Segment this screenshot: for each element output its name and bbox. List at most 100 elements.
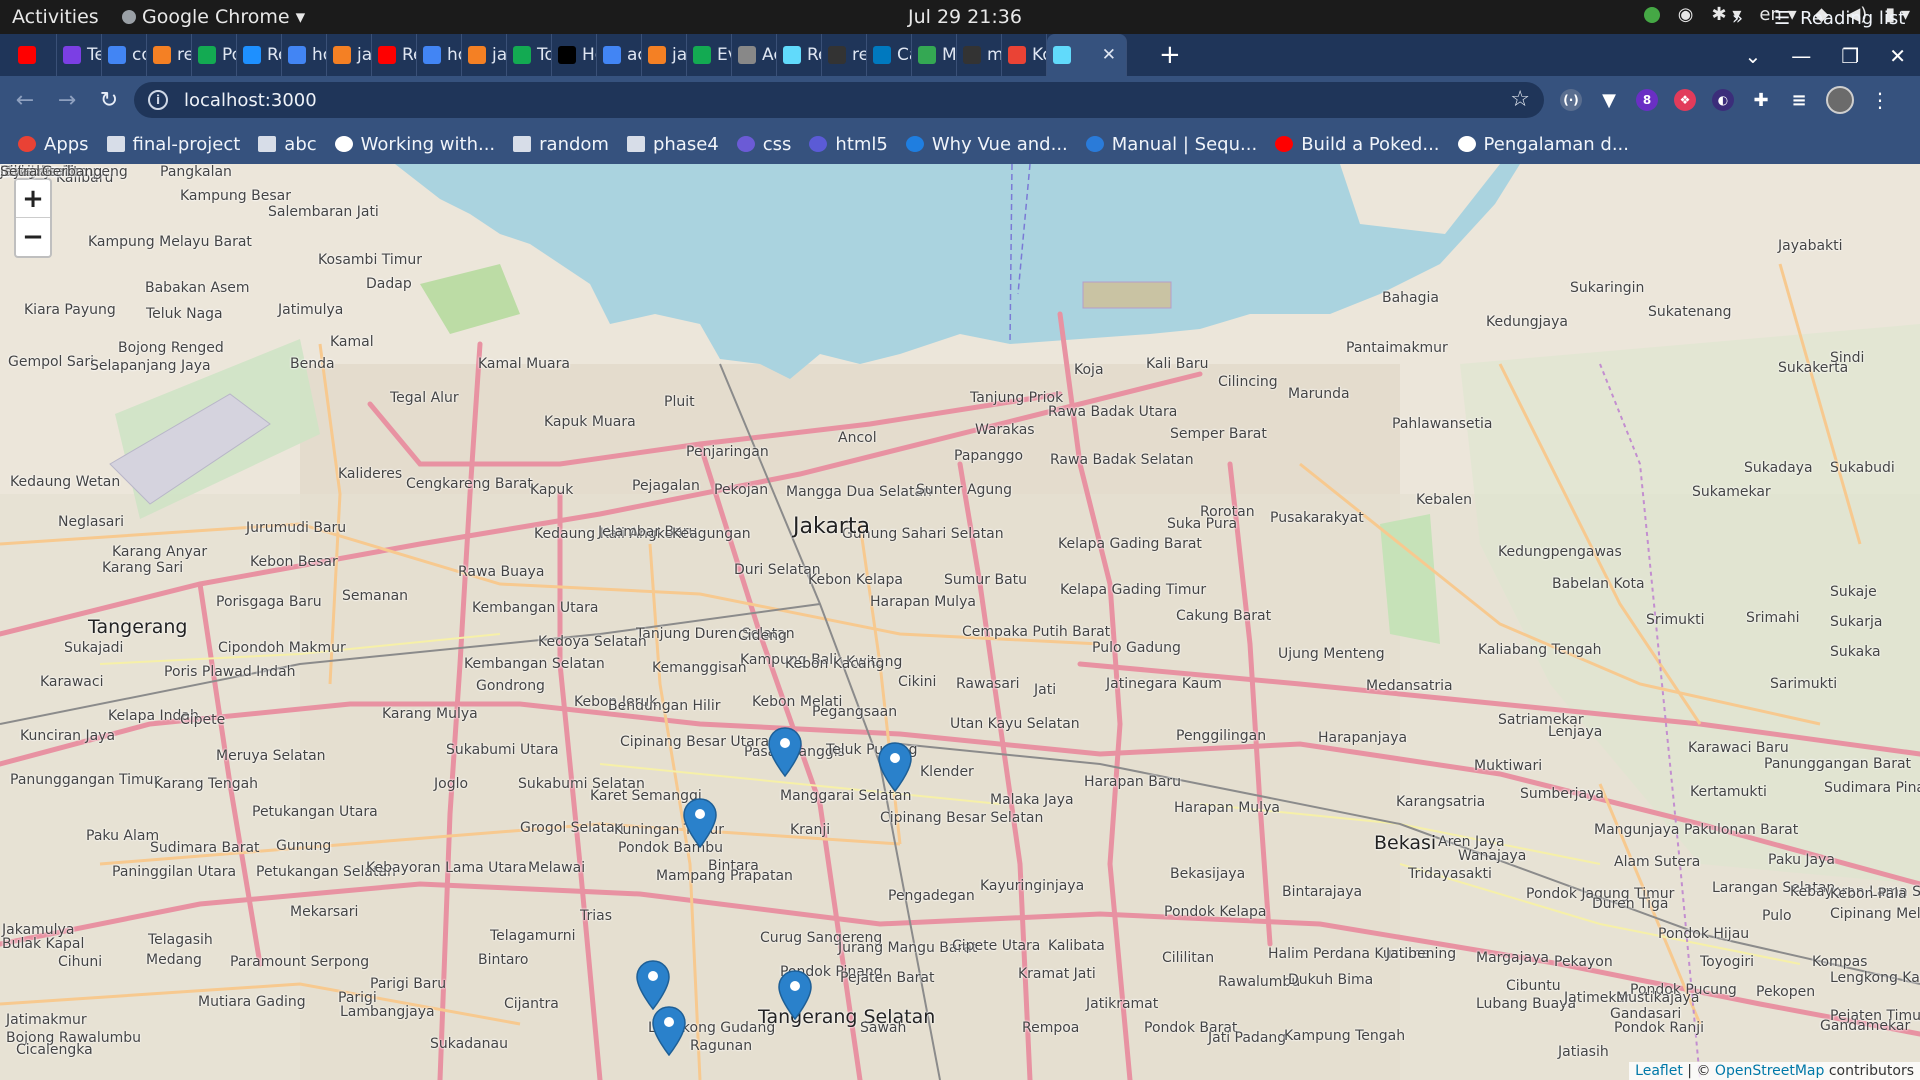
map-place-label: Paninggilan Utara	[112, 864, 237, 880]
map-place-label: Joglo	[434, 776, 469, 792]
browser-tab[interactable]: Po	[192, 34, 237, 76]
map-marker-icon[interactable]	[683, 798, 717, 848]
bookmark-label: final-project	[132, 133, 241, 155]
reading-list-button[interactable]: ☰ Reading list	[1774, 8, 1905, 29]
profile-avatar[interactable]	[1826, 86, 1854, 114]
browser-tab[interactable]: re	[822, 34, 867, 76]
browser-tab[interactable]: ho	[417, 34, 462, 76]
status-indicator-icon[interactable]	[1643, 6, 1660, 23]
bookmark-item[interactable]: Manual | Sequ...	[1085, 134, 1257, 155]
vue-devtools-icon[interactable]: ▼	[1598, 89, 1620, 111]
browser-tab[interactable]: Ko	[1002, 34, 1047, 76]
browser-tab[interactable]: ac	[597, 34, 642, 76]
bookmark-item[interactable]: Apps	[18, 134, 89, 155]
clock[interactable]: Jul 29 21:36	[908, 6, 1022, 28]
extension-icon[interactable]: ❖	[1674, 89, 1696, 111]
browser-tab[interactable]: Ho	[552, 34, 597, 76]
browser-tab[interactable]: ho	[282, 34, 327, 76]
bookmark-item[interactable]: final-project	[106, 133, 241, 155]
extension-badge-icon[interactable]: 8	[1636, 89, 1658, 111]
bookmark-item[interactable]: css	[736, 134, 791, 155]
browser-tab[interactable]: Re	[237, 34, 282, 76]
new-tab-button[interactable]: +	[1159, 40, 1181, 70]
discord-icon[interactable]: ◉	[1678, 4, 1694, 25]
gmail-icon	[1008, 46, 1026, 64]
browser-tab[interactable]: Ca	[867, 34, 912, 76]
tab-search-icon[interactable]: ⌄	[1745, 44, 1762, 68]
close-window-button[interactable]: ✕	[1889, 44, 1906, 68]
browser-tab[interactable]: Re	[777, 34, 822, 76]
map-marker-icon[interactable]	[768, 727, 802, 777]
extensions-puzzle-icon[interactable]: ✚	[1750, 89, 1772, 111]
map-place-label: Sukadaya	[1744, 460, 1813, 476]
bookmark-item[interactable]: Why Vue and...	[905, 133, 1068, 155]
browser-tab[interactable]: To	[507, 34, 552, 76]
close-tab-icon[interactable]: ✕	[1102, 45, 1116, 65]
stackoverflow-icon	[468, 46, 486, 64]
map-place-label: Cicalengka	[16, 1042, 93, 1058]
browser-tab[interactable]: re	[147, 34, 192, 76]
map-place-label: Kaliabang Tengah	[1478, 642, 1602, 658]
bookmark-item[interactable]: html5	[809, 134, 888, 155]
map-place-label: Pusakarakyat	[1270, 510, 1364, 526]
map-marker-icon[interactable]	[878, 742, 912, 792]
url-text[interactable]: localhost:3000	[184, 90, 317, 111]
browser-tab[interactable]: Re	[372, 34, 417, 76]
site-info-icon[interactable]: i	[148, 90, 168, 110]
browser-tab[interactable]: ja	[327, 34, 372, 76]
map-place-label: Pulo	[1762, 908, 1792, 924]
map-place-label: Alam Sutera	[1614, 854, 1701, 870]
bookmark-item[interactable]: Working with...	[334, 134, 495, 155]
extension-icon[interactable]: ◐	[1712, 89, 1734, 111]
leaflet-link[interactable]: Leaflet	[1635, 1063, 1683, 1079]
reload-button[interactable]: ↻	[92, 88, 126, 113]
minimize-button[interactable]: —	[1791, 44, 1811, 68]
google-icon	[423, 46, 441, 64]
map-place-label: Kamal Muara	[478, 356, 570, 372]
leaflet-map[interactable]: + − Kalibaru Pangkalan Kampung Besar Salemb…	[0, 164, 1920, 1080]
map-place-label: Cengkareng Barat	[406, 476, 533, 492]
app-menu[interactable]: Google Chrome ▾	[122, 6, 305, 28]
osm-link[interactable]: OpenStreetMap	[1715, 1063, 1824, 1079]
map-place-label: Kedungpengawas	[1498, 544, 1622, 560]
browser-tab[interactable]: Ev	[687, 34, 732, 76]
browser-tab[interactable]: m	[957, 34, 1002, 76]
back-button[interactable]: ←	[8, 88, 42, 113]
zoom-out-button[interactable]: −	[16, 218, 50, 256]
browser-tab[interactable]: Ac	[732, 34, 777, 76]
bookmark-item[interactable]: random	[513, 134, 609, 155]
bookmark-item[interactable]: Build a Poked...	[1275, 134, 1440, 155]
browser-tab[interactable]	[12, 34, 57, 76]
map-place-label: Rawa Badak Utara	[1048, 404, 1178, 420]
address-bar[interactable]: i localhost:3000 ☆	[134, 82, 1544, 118]
browser-tab[interactable]: Te	[57, 34, 102, 76]
more-bookmarks-icon[interactable]: »	[1732, 8, 1743, 29]
media-queue-icon[interactable]: ≡	[1788, 89, 1810, 111]
forward-button[interactable]: →	[50, 88, 84, 113]
browser-tab[interactable]: co	[102, 34, 147, 76]
map-marker-icon[interactable]	[778, 970, 812, 1020]
zoom-in-button[interactable]: +	[16, 180, 50, 218]
map-marker-icon[interactable]	[636, 960, 670, 1010]
bookmark-item[interactable]: phase4	[626, 134, 719, 155]
restore-button[interactable]: ❐	[1841, 44, 1859, 68]
map-place-label: Cakung Barat	[1176, 608, 1272, 624]
browser-tab[interactable]: ✕	[1047, 34, 1127, 76]
map-place-label: Duren Tiga	[1592, 896, 1669, 912]
browser-tab[interactable]: M	[912, 34, 957, 76]
zoom-control: + −	[14, 178, 52, 258]
map-marker-icon[interactable]	[652, 1006, 686, 1056]
tab-title: Ho	[582, 45, 596, 65]
menu-kebab-icon[interactable]: ⋮	[1870, 88, 1890, 112]
bookmark-label: Why Vue and...	[931, 133, 1068, 155]
activities-button[interactable]: Activities	[12, 6, 99, 28]
bookmark-item[interactable]: Pengalaman d...	[1457, 134, 1629, 155]
map-place-label: Bintaro	[478, 952, 529, 968]
extension-icon[interactable]: (·)	[1560, 89, 1582, 111]
browser-tab[interactable]: ja	[462, 34, 507, 76]
bookmark-item[interactable]: abc	[258, 134, 317, 155]
browser-tab[interactable]: ja	[642, 34, 687, 76]
map-place-label: Cipete	[180, 712, 226, 728]
map-place-label: Pangkalan	[160, 164, 232, 180]
bookmark-star-icon[interactable]: ☆	[1510, 87, 1530, 112]
